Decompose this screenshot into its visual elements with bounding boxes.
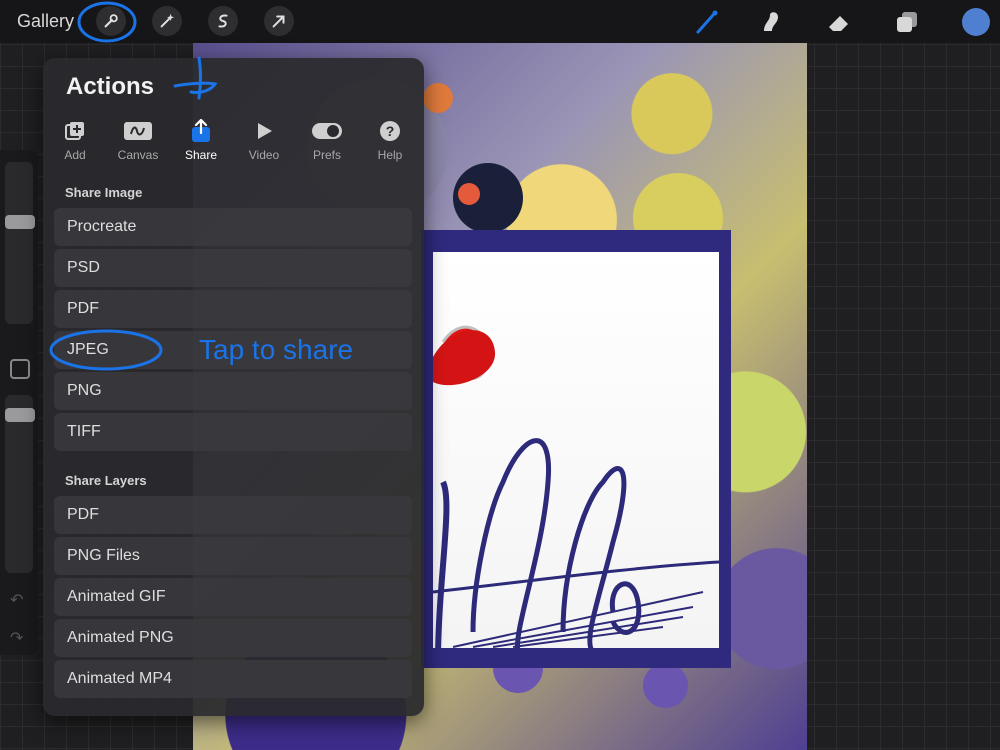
share-layers-pdf[interactable]: PDF bbox=[54, 496, 412, 534]
smudge-button[interactable] bbox=[757, 8, 785, 36]
selection-button[interactable] bbox=[208, 6, 238, 36]
brush-size-handle[interactable] bbox=[5, 215, 35, 229]
card-frame bbox=[421, 230, 731, 668]
help-icon: ? bbox=[380, 121, 400, 141]
tab-canvas[interactable]: Canvas bbox=[106, 120, 170, 166]
row-label: Animated PNG bbox=[67, 629, 174, 646]
share-layers-header: Share Layers bbox=[65, 473, 147, 488]
row-label: PNG bbox=[67, 382, 102, 399]
magic-wand-icon bbox=[160, 13, 175, 28]
share-psd[interactable]: PSD bbox=[54, 249, 412, 287]
tab-video-label: Video bbox=[248, 148, 280, 162]
top-toolbar: Gallery bbox=[0, 0, 1000, 43]
add-image-icon bbox=[65, 122, 84, 140]
brush-size-slider[interactable] bbox=[5, 162, 33, 324]
opacity-handle[interactable] bbox=[5, 408, 35, 422]
tab-add-label: Add bbox=[64, 148, 86, 162]
brush-button[interactable] bbox=[693, 8, 721, 36]
canvas-icon bbox=[124, 122, 152, 140]
row-label: PDF bbox=[67, 300, 99, 317]
tab-share-label: Share bbox=[184, 148, 218, 162]
tab-share[interactable]: Share bbox=[169, 119, 233, 166]
tab-canvas-label: Canvas bbox=[117, 148, 159, 162]
row-label: PSD bbox=[67, 259, 100, 276]
share-png[interactable]: PNG bbox=[54, 372, 412, 410]
layers-button[interactable] bbox=[893, 8, 921, 36]
redo-icon[interactable]: ↷ bbox=[10, 628, 23, 648]
paint-dot bbox=[423, 83, 453, 113]
share-layers-animated-mp4[interactable]: Animated MP4 bbox=[54, 660, 412, 698]
smudge-icon bbox=[764, 12, 778, 31]
color-picker-button[interactable] bbox=[962, 8, 990, 36]
row-label: Animated MP4 bbox=[67, 670, 172, 687]
paint-dot bbox=[643, 663, 688, 708]
row-label: Animated GIF bbox=[67, 588, 166, 605]
selection-s-icon bbox=[218, 14, 228, 28]
tab-add[interactable]: Add bbox=[43, 120, 107, 166]
card-paper bbox=[432, 252, 720, 663]
svg-text:?: ? bbox=[386, 123, 395, 139]
undo-icon[interactable]: ↶ bbox=[10, 590, 23, 610]
row-label: PDF bbox=[67, 506, 99, 523]
layers-icon bbox=[897, 12, 917, 32]
share-layers-animated-png[interactable]: Animated PNG bbox=[54, 619, 412, 657]
play-icon bbox=[258, 123, 272, 139]
side-toolbar: ↶ ↷ bbox=[0, 150, 38, 655]
gallery-button[interactable]: Gallery bbox=[17, 11, 74, 32]
share-icon bbox=[192, 119, 210, 142]
transform-arrow-icon bbox=[272, 15, 285, 28]
share-layers-png-files[interactable]: PNG Files bbox=[54, 537, 412, 575]
tab-prefs-label: Prefs bbox=[312, 148, 341, 162]
adjustments-button[interactable] bbox=[152, 6, 182, 36]
share-image-header: Share Image bbox=[65, 185, 143, 200]
brush-icon bbox=[696, 10, 718, 34]
actions-tabs: Add Canvas Share Video Prefs ? Help bbox=[55, 119, 415, 166]
share-pdf[interactable]: PDF bbox=[54, 290, 412, 328]
row-label: TIFF bbox=[67, 423, 101, 440]
tab-help[interactable]: ? Help bbox=[358, 120, 422, 166]
share-layers-animated-gif[interactable]: Animated GIF bbox=[54, 578, 412, 616]
actions-button[interactable] bbox=[96, 6, 126, 36]
paint-dot bbox=[458, 183, 480, 205]
transform-button[interactable] bbox=[264, 6, 294, 36]
share-tiff[interactable]: TIFF bbox=[54, 413, 412, 451]
share-procreate[interactable]: Procreate bbox=[54, 208, 412, 246]
hello-lettering bbox=[432, 325, 720, 663]
row-label: JPEG bbox=[67, 341, 109, 358]
tab-help-label: Help bbox=[377, 148, 403, 162]
actions-title: Actions bbox=[66, 73, 155, 100]
toggle-icon bbox=[312, 123, 342, 139]
annotation-arrow bbox=[173, 56, 218, 100]
row-label: PNG Files bbox=[67, 547, 140, 564]
eraser-icon bbox=[829, 16, 848, 31]
modify-button[interactable] bbox=[10, 359, 30, 379]
tab-prefs[interactable]: Prefs bbox=[295, 120, 359, 166]
eraser-button[interactable] bbox=[825, 8, 853, 36]
tap-to-share-annotation: Tap to share bbox=[199, 334, 354, 365]
tab-video[interactable]: Video bbox=[232, 120, 296, 166]
actions-popover: Actions Add Canvas Share Video Prefs ? H… bbox=[43, 56, 424, 716]
row-label: Procreate bbox=[67, 218, 137, 235]
wrench-icon bbox=[104, 14, 118, 28]
